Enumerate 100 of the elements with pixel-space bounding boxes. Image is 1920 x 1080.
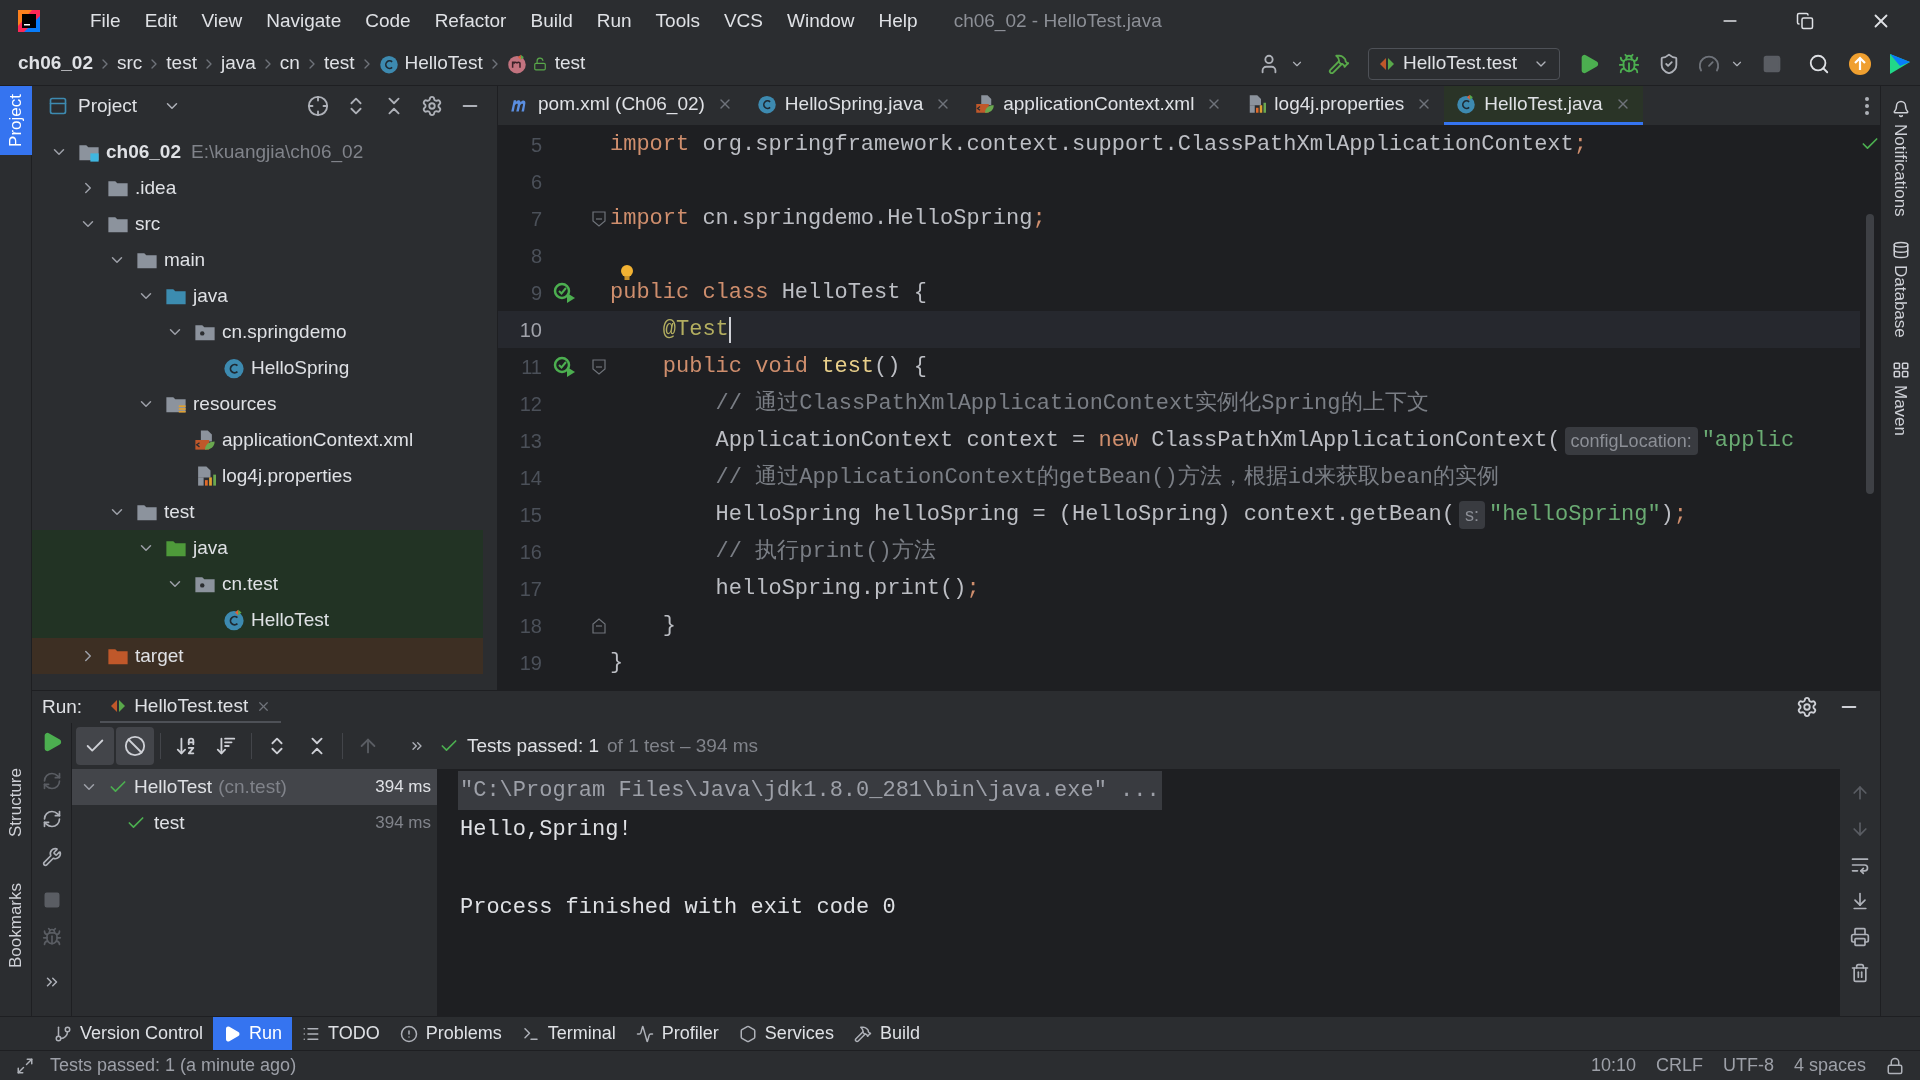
soft-wrap-icon[interactable] xyxy=(1850,855,1870,875)
tool-window-tab[interactable]: Structure xyxy=(0,760,32,845)
tree-item[interactable]: log4j.properties xyxy=(222,461,352,491)
tool-window-tab[interactable]: Maven xyxy=(1887,361,1914,437)
tree-item[interactable]: java xyxy=(193,533,228,563)
lock-icon[interactable] xyxy=(1886,1056,1904,1075)
panel-title[interactable]: Project xyxy=(78,91,138,121)
clear-icon[interactable] xyxy=(1850,963,1870,983)
test-name: test xyxy=(154,810,185,835)
run-test-icon[interactable] xyxy=(553,281,577,304)
tree-item[interactable]: ch06_02 xyxy=(106,137,181,167)
restore-icon[interactable] xyxy=(1796,12,1814,30)
tree-item[interactable]: cn.springdemo xyxy=(222,317,347,347)
run-configuration-selector[interactable]: HelloTest.test xyxy=(1367,47,1560,80)
fold-marker-icon[interactable] xyxy=(592,617,606,634)
tree-item[interactable]: HelloTest xyxy=(251,605,330,635)
branch-icon xyxy=(54,1024,72,1043)
code-text: "helloSpring"); xyxy=(1488,501,1687,529)
test-row[interactable]: test 394 ms xyxy=(72,805,437,841)
test-row[interactable]: HelloTest (cn.test) 394 ms xyxy=(72,769,437,805)
tool-window-button[interactable]: Services xyxy=(728,1017,844,1050)
editor-tab[interactable]: HelloTest.java xyxy=(1444,86,1643,125)
editor-tab[interactable]: applicationContext.xml xyxy=(963,86,1235,125)
run-icon xyxy=(223,1024,242,1043)
breadcrumb[interactable]: java xyxy=(220,49,256,78)
breadcrumb[interactable]: test xyxy=(554,49,586,78)
menu-item[interactable]: Tools xyxy=(643,6,712,36)
run-test-icon[interactable] xyxy=(553,355,577,378)
toggle-auto-test-icon[interactable] xyxy=(41,809,62,829)
wrench-icon[interactable] xyxy=(41,847,62,867)
vertical-scrollbar[interactable] xyxy=(1866,214,1874,494)
tool-windows-icon[interactable] xyxy=(16,1056,34,1075)
show-passed-toggle[interactable] xyxy=(76,727,114,765)
debug-icon[interactable] xyxy=(1618,52,1640,75)
code-text: import org.springframework.context.support.ClassPathXmlApplicationContext; xyxy=(610,131,1587,159)
tree-item[interactable]: applicationContext.xml xyxy=(222,425,414,455)
menu-item[interactable]: Code xyxy=(353,6,423,36)
status-item[interactable]: 10:10 xyxy=(1590,1052,1636,1079)
lightbulb-icon[interactable] xyxy=(620,264,634,282)
menu-item[interactable]: File xyxy=(78,6,133,36)
more-icon[interactable] xyxy=(1864,95,1870,116)
menu-item[interactable]: Run xyxy=(584,6,644,36)
tree-item[interactable]: test xyxy=(164,497,195,527)
tool-window-button[interactable]: Profiler xyxy=(625,1017,729,1050)
show-ignored-toggle[interactable] xyxy=(116,727,154,765)
code-text: // 通过ApplicationContext的getBean()方法，根据id来获取bean的实例 xyxy=(714,463,1499,492)
tool-window-button[interactable]: Run xyxy=(213,1017,293,1050)
settings-icon[interactable] xyxy=(1796,696,1818,718)
menu-item[interactable]: Edit xyxy=(132,6,190,36)
tool-window-button[interactable]: Build xyxy=(843,1017,930,1050)
tool-window-button[interactable]: Terminal xyxy=(511,1017,626,1050)
fold-marker-icon[interactable] xyxy=(592,358,606,375)
breadcrumb[interactable]: test xyxy=(323,49,355,78)
tool-window-tab[interactable]: Bookmarks xyxy=(0,874,32,976)
tool-window-tab[interactable]: Project xyxy=(0,86,32,155)
status-item[interactable]: UTF-8 xyxy=(1722,1052,1774,1079)
test-duration: 394 ms xyxy=(375,776,431,799)
editor-tab[interactable]: pom.xml (Ch06_02) xyxy=(498,86,745,125)
tree-item[interactable]: src xyxy=(135,209,161,239)
breadcrumb[interactable]: test xyxy=(166,49,197,78)
menu-item[interactable]: Help xyxy=(866,6,930,36)
tree-item[interactable]: java xyxy=(193,281,228,311)
tree-item[interactable]: .idea xyxy=(135,173,177,203)
tool-window-tab[interactable]: Notifications xyxy=(1887,100,1914,217)
tool-window-button[interactable]: Problems xyxy=(389,1017,512,1050)
code-text: // 执行print()方法 xyxy=(714,537,936,566)
build-icon[interactable] xyxy=(1327,52,1350,75)
tool-window-button[interactable]: Version Control xyxy=(44,1017,214,1050)
breadcrumb[interactable]: src xyxy=(117,49,143,78)
parameter-hint: configLocation: xyxy=(1564,426,1698,455)
fold-marker-icon[interactable] xyxy=(592,210,606,227)
tool-window-tab[interactable]: Database xyxy=(1887,240,1914,338)
breadcrumb[interactable]: ch06_02 xyxy=(18,49,93,78)
menu-item[interactable]: Window xyxy=(775,6,867,36)
search-icon[interactable] xyxy=(1808,52,1830,75)
warning-icon xyxy=(399,1024,418,1043)
scroll-to-end-icon[interactable] xyxy=(1850,891,1870,911)
menu-item[interactable]: Refactor xyxy=(422,6,519,36)
menu-item[interactable]: View xyxy=(189,6,255,36)
menu-item[interactable]: Navigate xyxy=(254,6,354,36)
menu-item[interactable]: VCS xyxy=(711,6,775,36)
tree-item[interactable]: main xyxy=(164,245,206,275)
update-icon[interactable] xyxy=(1848,51,1872,76)
tree-item[interactable]: cn.test xyxy=(222,569,278,599)
print-icon[interactable] xyxy=(1850,927,1870,947)
menu-item[interactable]: Build xyxy=(518,6,585,36)
tree-item[interactable]: resources xyxy=(193,389,277,419)
test-status-detail: of 1 test – 394 ms xyxy=(607,733,759,758)
editor-tab[interactable]: HelloSpring.java xyxy=(744,86,964,125)
tree-item[interactable]: HelloSpring xyxy=(251,353,350,383)
status-item[interactable]: CRLF xyxy=(1655,1052,1703,1079)
tree-item[interactable]: target xyxy=(135,641,184,671)
breadcrumb[interactable]: cn xyxy=(279,49,300,78)
locate-icon[interactable] xyxy=(307,95,329,117)
breadcrumb[interactable]: HelloTest xyxy=(404,49,483,78)
editor-tab[interactable]: log4j.properties xyxy=(1234,86,1445,125)
status-item[interactable]: 4 spaces xyxy=(1793,1052,1866,1079)
tool-window-button[interactable]: TODO xyxy=(292,1017,390,1050)
coverage-icon[interactable] xyxy=(1658,52,1680,75)
settings-icon[interactable] xyxy=(421,95,443,117)
